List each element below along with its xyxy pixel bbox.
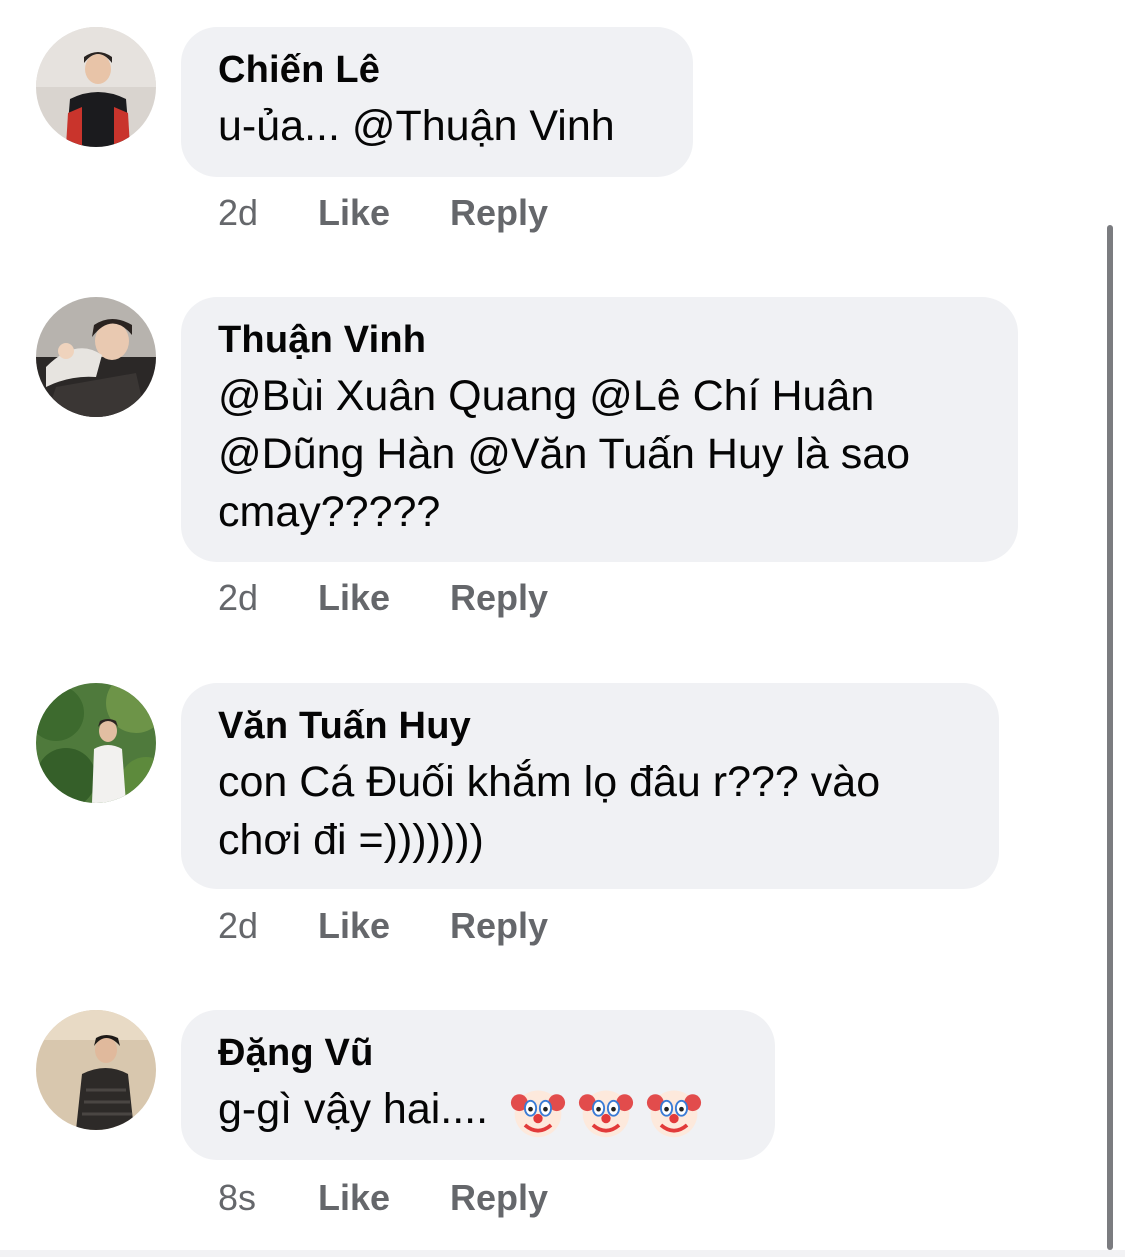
- comment-text: con Cá Đuối khắm lọ đâu r??? vào chơi đi …: [218, 753, 961, 869]
- avatar[interactable]: [36, 1010, 156, 1130]
- avatar-image: [36, 1010, 156, 1130]
- comment-actions: 2d Like Reply: [218, 905, 548, 947]
- comment-text-line: con Cá Đuối khắm lọ đâu r??? vào: [218, 758, 881, 806]
- like-button[interactable]: Like: [318, 192, 450, 234]
- avatar[interactable]: [36, 297, 156, 417]
- comment-text: u-ủa... @Thuận Vinh: [218, 102, 615, 150]
- scrollbar[interactable]: [1107, 225, 1113, 1250]
- avatar[interactable]: [36, 27, 156, 147]
- comment-author[interactable]: Đặng Vũ: [218, 1030, 737, 1076]
- reply-button[interactable]: Reply: [450, 577, 548, 619]
- comment-timestamp[interactable]: 2d: [218, 905, 318, 947]
- like-button[interactable]: Like: [318, 577, 450, 619]
- comment-author[interactable]: Văn Tuấn Huy: [218, 703, 961, 749]
- comment-timestamp[interactable]: 2d: [218, 577, 318, 619]
- reply-button[interactable]: Reply: [450, 905, 548, 947]
- comment-text-line: @Dũng Hàn @Văn Tuấn Huy là sao: [218, 430, 911, 478]
- comment-bubble: Chiến Lê u-ủa... @Thuận Vinh: [181, 27, 693, 177]
- reply-button[interactable]: Reply: [450, 1177, 548, 1219]
- comment-bubble: Thuận Vinh @Bùi Xuân Quang @Lê Chí Huân @…: [181, 297, 1018, 562]
- clown-face-icon: [646, 1084, 702, 1140]
- reply-button[interactable]: Reply: [450, 192, 548, 234]
- clown-face-icon: [578, 1084, 634, 1140]
- avatar-image: [36, 27, 156, 147]
- comment-text: g-gì vậy hai....: [218, 1080, 737, 1140]
- comment-actions: 2d Like Reply: [218, 577, 548, 619]
- comment-text: @Bùi Xuân Quang @Lê Chí Huân @Dũng Hàn @V…: [218, 367, 980, 541]
- comment-timestamp[interactable]: 2d: [218, 192, 318, 234]
- bottom-divider: [0, 1250, 1125, 1257]
- comment-text-line: chơi đi =))))))): [218, 816, 484, 864]
- comment-bubble: Đặng Vũ g-gì vậy hai....: [181, 1010, 775, 1160]
- avatar-image: [36, 297, 156, 417]
- comment-text-line: cmay?????: [218, 488, 441, 536]
- comment-text-content: g-gì vậy hai....: [218, 1085, 489, 1133]
- comment-actions: 2d Like Reply: [218, 192, 548, 234]
- avatar[interactable]: [36, 683, 156, 803]
- comment-timestamp[interactable]: 8s: [218, 1177, 318, 1219]
- like-button[interactable]: Like: [318, 905, 450, 947]
- comment-actions: 8s Like Reply: [218, 1177, 548, 1219]
- comment-bubble: Văn Tuấn Huy con Cá Đuối khắm lọ đâu r??…: [181, 683, 999, 889]
- comment-author[interactable]: Thuận Vinh: [218, 317, 980, 363]
- comment-author[interactable]: Chiến Lê: [218, 47, 655, 93]
- comment-text-line: @Bùi Xuân Quang @Lê Chí Huân: [218, 372, 875, 420]
- clown-face-icon: [510, 1084, 566, 1140]
- avatar-image: [36, 683, 156, 803]
- like-button[interactable]: Like: [318, 1177, 450, 1219]
